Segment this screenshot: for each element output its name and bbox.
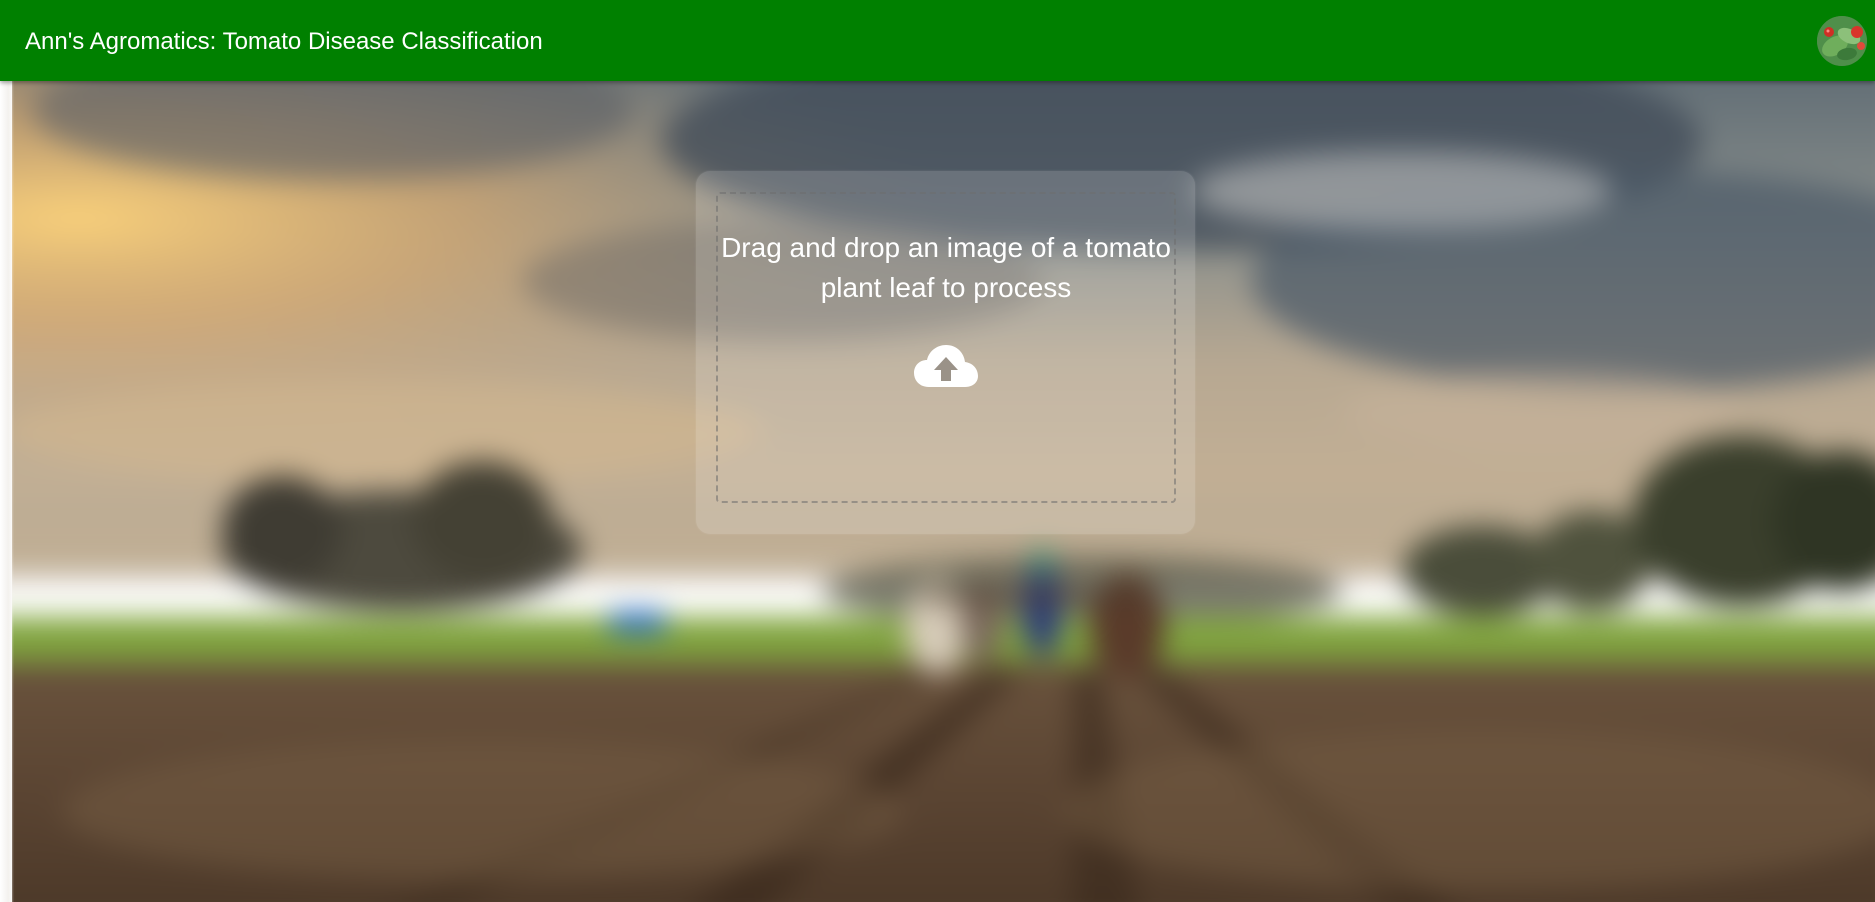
cloud-upload-icon[interactable] — [913, 343, 979, 391]
dropzone-card: Drag and drop an image of a tomato plant… — [696, 171, 1195, 534]
app-bar: Ann's Agromatics: Tomato Disease Classif… — [0, 0, 1875, 81]
app-title: Ann's Agromatics: Tomato Disease Classif… — [25, 28, 543, 55]
dropzone-prompt: Drag and drop an image of a tomato plant… — [721, 232, 1171, 303]
page-left-edge — [0, 81, 14, 902]
image-dropzone[interactable]: Drag and drop an image of a tomato plant… — [716, 192, 1176, 503]
tomato-plant-icon — [1817, 16, 1867, 66]
avatar[interactable] — [1817, 16, 1867, 66]
